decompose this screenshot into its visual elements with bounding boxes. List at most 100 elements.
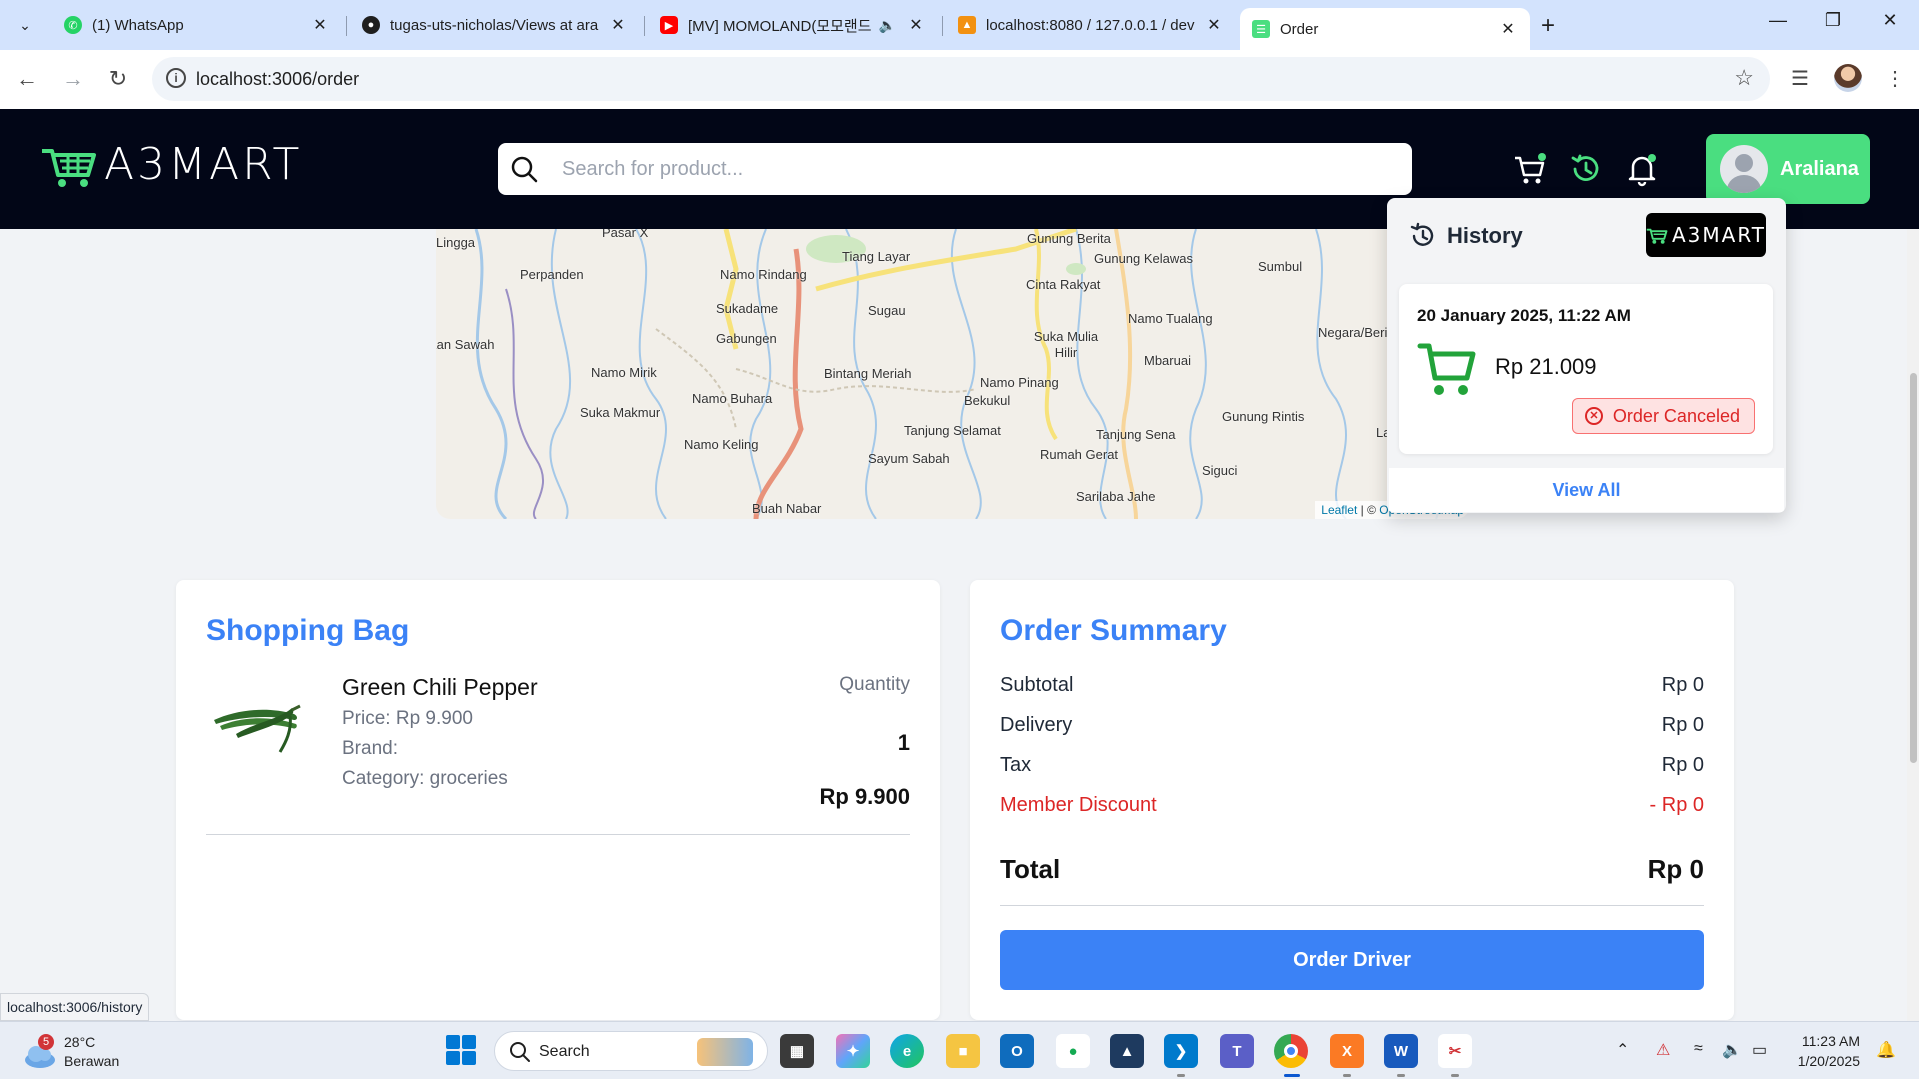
xampp-icon[interactable]: X bbox=[1330, 1034, 1364, 1068]
history-icon[interactable] bbox=[1568, 151, 1604, 187]
map-place-label: Tanjung Sena bbox=[1096, 427, 1176, 442]
browser-profile-avatar[interactable] bbox=[1834, 64, 1862, 92]
map-place-label: Bekukul bbox=[964, 393, 1011, 408]
wifi-icon[interactable]: ≈ bbox=[1694, 1040, 1703, 1058]
user-profile-button[interactable]: Araliana bbox=[1706, 134, 1870, 204]
address-url[interactable]: localhost:3006/order bbox=[196, 69, 359, 90]
close-icon[interactable]: ✕ bbox=[906, 15, 926, 35]
outlook-icon[interactable]: O bbox=[1000, 1034, 1034, 1068]
view-all-history-link[interactable]: View All bbox=[1389, 468, 1784, 512]
page-scrollbar[interactable] bbox=[1907, 229, 1919, 1021]
browser-tab-strip: ⌄ ✆ (1) WhatsApp ✕ ● tugas-uts-nicholas/… bbox=[0, 0, 1919, 50]
mysql-workbench-icon[interactable]: ▲ bbox=[1110, 1034, 1144, 1068]
task-view-icon[interactable]: ▦ bbox=[780, 1034, 814, 1068]
weather-widget[interactable]: 5 28°C Berawan bbox=[20, 1030, 130, 1072]
tab-github[interactable]: ● tugas-uts-nicholas/Views at ara ✕ bbox=[350, 8, 640, 42]
total-value: Rp 0 bbox=[1647, 854, 1704, 884]
battery-icon[interactable]: ▭ bbox=[1752, 1040, 1767, 1060]
delivery-map[interactable]: Lingga Pasar X Perpanden Namo Rindang Ti… bbox=[436, 229, 1470, 519]
site-info-icon[interactable]: i bbox=[166, 68, 186, 88]
back-button[interactable]: ← bbox=[12, 66, 42, 92]
teams-icon[interactable]: T bbox=[1220, 1034, 1254, 1068]
file-explorer-icon[interactable]: ■ bbox=[946, 1034, 980, 1068]
reload-button[interactable]: ↻ bbox=[103, 66, 133, 92]
summary-label: Delivery bbox=[1000, 714, 1073, 736]
order-summary-title: Order Summary bbox=[1000, 614, 1227, 647]
media-controls-icon[interactable]: ☰ bbox=[1791, 66, 1809, 91]
notification-center-icon[interactable]: 🔔 bbox=[1876, 1040, 1896, 1060]
window-close-button[interactable]: ✕ bbox=[1870, 10, 1910, 31]
browser-toolbar: ← → ↻ i localhost:3006/order ☆ ☰ ⋮ bbox=[0, 50, 1919, 109]
volume-icon[interactable]: 🔈 bbox=[1722, 1040, 1742, 1060]
scrollbar-thumb[interactable] bbox=[1910, 373, 1917, 763]
close-icon[interactable]: ✕ bbox=[608, 15, 628, 35]
notification-bell-icon[interactable] bbox=[1624, 151, 1660, 187]
weather-alert-badge: 5 bbox=[38, 1034, 54, 1050]
chrome-icon[interactable] bbox=[1274, 1034, 1308, 1068]
clock-time: 11:23 AM bbox=[1801, 1033, 1860, 1049]
taskbar-clock[interactable]: 11:23 AM 1/20/2025 bbox=[1788, 1031, 1860, 1071]
item-brand: Brand: bbox=[342, 738, 398, 759]
map-place-label: Cinta Rakyat bbox=[1026, 277, 1101, 292]
tab-separator bbox=[644, 16, 645, 36]
tab-title: [MV] MOMOLAND(모모랜드 bbox=[688, 17, 872, 35]
search-highlight-icon bbox=[697, 1038, 753, 1066]
windows-start-button[interactable] bbox=[446, 1035, 476, 1065]
restore-button[interactable]: ❐ bbox=[1813, 10, 1853, 31]
close-icon[interactable]: ✕ bbox=[310, 15, 330, 35]
tab-phpmyadmin[interactable]: ▲ localhost:8080 / 127.0.0.1 / dev ✕ bbox=[946, 8, 1236, 42]
address-bar[interactable]: i localhost:3006/order ☆ bbox=[152, 57, 1770, 101]
map-place-label: Namo Pinang bbox=[980, 375, 1059, 390]
quantity-value: 1 bbox=[897, 730, 910, 755]
shopping-bag-card: Shopping Bag Green Chili Pepper Price: R… bbox=[176, 580, 940, 1020]
map-place-label: Sumbul bbox=[1258, 259, 1303, 274]
bookmark-star-icon[interactable]: ☆ bbox=[1734, 65, 1754, 91]
map-place-label: Perpanden bbox=[520, 267, 584, 282]
leaflet-link[interactable]: Leaflet bbox=[1321, 503, 1357, 517]
close-icon[interactable]: ✕ bbox=[1204, 15, 1224, 35]
tab-title: Order bbox=[1280, 20, 1319, 38]
order-driver-button[interactable]: Order Driver bbox=[1000, 930, 1704, 990]
new-tab-button[interactable]: + bbox=[1541, 12, 1555, 40]
map-place-label: Gunung Kelawas bbox=[1094, 251, 1194, 266]
map-place-label: Pasar X bbox=[602, 229, 649, 240]
running-indicator bbox=[1451, 1074, 1459, 1077]
snipping-tool-icon[interactable]: ✂ bbox=[1438, 1034, 1472, 1068]
cart-icon[interactable] bbox=[1512, 151, 1548, 187]
search-input[interactable] bbox=[562, 153, 1382, 185]
history-title: History bbox=[1447, 223, 1523, 248]
copilot-icon[interactable]: ✦ bbox=[836, 1034, 870, 1068]
order-status-badge: ✕ Order Canceled bbox=[1571, 398, 1755, 434]
summary-label: Subtotal bbox=[1000, 674, 1074, 696]
logo-cart-icon bbox=[42, 148, 96, 187]
x-circle-icon: ✕ bbox=[1584, 407, 1603, 425]
history-dropdown: History A3MART 20 January 2025, 11:22 AM… bbox=[1387, 198, 1786, 513]
map-place-label: Namo Tualang bbox=[1128, 311, 1213, 326]
browser-menu-icon[interactable]: ⋮ bbox=[1885, 66, 1905, 91]
tab-search-menu-button[interactable]: ⌄ bbox=[10, 10, 40, 40]
security-alert-icon[interactable]: ⚠ bbox=[1656, 1040, 1670, 1060]
item-total-price: Rp 9.900 bbox=[819, 784, 911, 809]
a3mart-logo[interactable]: A3MART bbox=[40, 139, 302, 190]
active-indicator bbox=[1284, 1074, 1300, 1077]
summary-value: Rp 0 bbox=[1661, 714, 1704, 736]
tab-whatsapp[interactable]: ✆ (1) WhatsApp ✕ bbox=[52, 8, 342, 42]
map-place-label: Tiang Layar bbox=[842, 249, 911, 264]
mongodb-icon[interactable]: ● bbox=[1056, 1034, 1090, 1068]
word-icon[interactable]: W bbox=[1384, 1034, 1418, 1068]
history-entry[interactable]: 20 January 2025, 11:22 AM Rp 21.009 ✕ Or… bbox=[1399, 284, 1773, 454]
user-name: Araliana bbox=[1780, 157, 1859, 180]
minimize-button[interactable]: — bbox=[1758, 10, 1798, 31]
tab-youtube[interactable]: ▶ [MV] MOMOLAND(모모랜드 🔈 ✕ bbox=[648, 8, 938, 42]
show-hidden-icons-chevron-icon[interactable]: ⌃ bbox=[1616, 1040, 1629, 1060]
edge-icon[interactable]: e bbox=[890, 1034, 924, 1068]
audio-playing-icon[interactable]: 🔈 bbox=[879, 17, 896, 34]
vscode-icon[interactable]: ❯ bbox=[1164, 1034, 1198, 1068]
tab-order[interactable]: ☰ Order ✕ bbox=[1240, 8, 1530, 50]
close-icon[interactable]: ✕ bbox=[1498, 19, 1518, 39]
weather-temp: 28°C bbox=[64, 1034, 96, 1050]
forward-button[interactable]: → bbox=[58, 66, 88, 92]
avatar bbox=[1720, 145, 1768, 193]
tab-separator bbox=[346, 16, 347, 36]
taskbar-search[interactable]: Search bbox=[494, 1031, 768, 1071]
